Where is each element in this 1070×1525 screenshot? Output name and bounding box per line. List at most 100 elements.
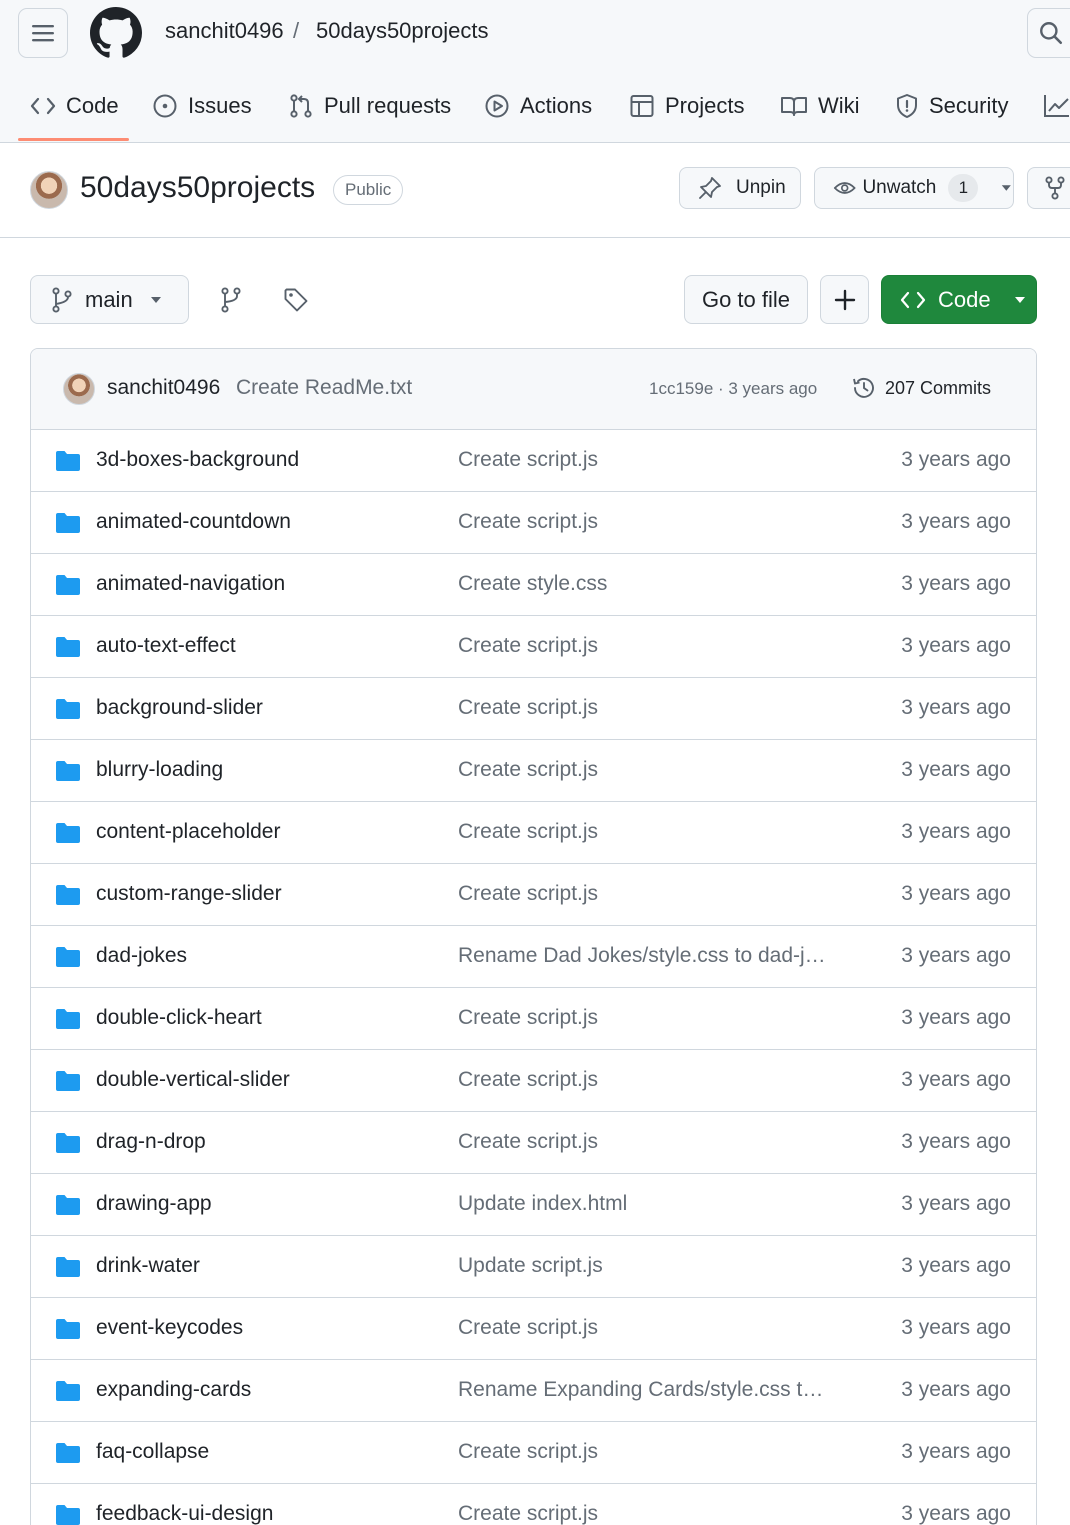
- file-commit-message[interactable]: Update script.js: [458, 1254, 828, 1278]
- code-icon: [30, 97, 56, 115]
- file-row[interactable]: 3d-boxes-background Create script.js 3 y…: [31, 430, 1036, 492]
- folder-icon: [56, 1195, 80, 1215]
- graph-icon: [1044, 95, 1069, 117]
- unpin-button[interactable]: Unpin: [679, 167, 801, 209]
- file-name[interactable]: drink-water: [96, 1254, 200, 1278]
- file-name[interactable]: 3d-boxes-background: [96, 448, 299, 472]
- tab-pull-requests[interactable]: Pull requests: [288, 80, 451, 132]
- file-row[interactable]: faq-collapse Create script.js 3 years ag…: [31, 1422, 1036, 1484]
- menu-button[interactable]: [18, 8, 68, 58]
- go-to-file-button[interactable]: Go to file: [684, 275, 808, 324]
- commit-hash-time[interactable]: 1cc159e · 3 years ago: [649, 379, 817, 399]
- book-icon: [781, 97, 807, 116]
- file-row[interactable]: drink-water Update script.js 3 years ago: [31, 1236, 1036, 1298]
- file-name[interactable]: feedback-ui-design: [96, 1502, 273, 1525]
- unwatch-button[interactable]: Unwatch 1: [814, 167, 1014, 209]
- commit-author[interactable]: sanchit0496: [107, 376, 220, 400]
- commit-message[interactable]: Create ReadMe.txt: [236, 376, 412, 400]
- file-commit-message[interactable]: Create script.js: [458, 758, 828, 782]
- file-commit-date: 3 years ago: [901, 944, 1011, 967]
- file-row[interactable]: custom-range-slider Create script.js 3 y…: [31, 864, 1036, 926]
- caret-down-icon: [1014, 296, 1025, 303]
- file-name[interactable]: animated-countdown: [96, 510, 291, 534]
- file-row[interactable]: event-keycodes Create script.js 3 years …: [31, 1298, 1036, 1360]
- github-logo-icon[interactable]: [90, 7, 142, 59]
- file-row[interactable]: animated-navigation Create style.css 3 y…: [31, 554, 1036, 616]
- file-commit-message[interactable]: Rename Dad Jokes/style.css to dad-j…: [458, 944, 828, 968]
- file-row[interactable]: background-slider Create script.js 3 yea…: [31, 678, 1036, 740]
- tab-issues[interactable]: Issues: [152, 80, 252, 132]
- file-row[interactable]: dad-jokes Rename Dad Jokes/style.css to …: [31, 926, 1036, 988]
- file-name[interactable]: drag-n-drop: [96, 1130, 206, 1154]
- file-commit-message[interactable]: Create script.js: [458, 1440, 828, 1464]
- branches-link[interactable]: [216, 285, 248, 315]
- file-commit-message[interactable]: Rename Expanding Cards/style.css t…: [458, 1378, 828, 1402]
- file-name[interactable]: blurry-loading: [96, 758, 223, 782]
- file-name[interactable]: faq-collapse: [96, 1440, 209, 1464]
- hamburger-icon: [32, 25, 54, 42]
- tab-actions[interactable]: Actions: [484, 80, 592, 132]
- file-name[interactable]: content-placeholder: [96, 820, 280, 844]
- file-row[interactable]: auto-text-effect Create script.js 3 year…: [31, 616, 1036, 678]
- file-commit-date: 3 years ago: [901, 1316, 1011, 1339]
- file-commit-message[interactable]: Create script.js: [458, 820, 828, 844]
- top-bar: sanchit0496 / 50days50projects Code Issu…: [0, 0, 1070, 143]
- tab-wiki[interactable]: Wiki: [780, 80, 860, 132]
- commit-count-label: 207 Commits: [885, 377, 992, 398]
- breadcrumb-repo[interactable]: 50days50projects: [316, 18, 488, 44]
- file-name[interactable]: expanding-cards: [96, 1378, 251, 1402]
- file-row[interactable]: animated-countdown Create script.js 3 ye…: [31, 492, 1036, 554]
- search-button[interactable]: [1027, 8, 1070, 58]
- file-commit-message[interactable]: Create script.js: [458, 510, 828, 534]
- file-commit-message[interactable]: Create script.js: [458, 448, 828, 472]
- file-row[interactable]: content-placeholder Create script.js 3 y…: [31, 802, 1036, 864]
- file-commit-message[interactable]: Create script.js: [458, 1316, 828, 1340]
- file-commit-date: 3 years ago: [901, 1068, 1011, 1091]
- file-name[interactable]: background-slider: [96, 696, 263, 720]
- file-commit-date: 3 years ago: [901, 448, 1011, 471]
- file-commit-message[interactable]: Create style.css: [458, 572, 828, 596]
- file-name[interactable]: drawing-app: [96, 1192, 212, 1216]
- file-row[interactable]: drawing-app Update index.html 3 years ag…: [31, 1174, 1036, 1236]
- file-commit-message[interactable]: Create script.js: [458, 1006, 828, 1030]
- file-row[interactable]: double-vertical-slider Create script.js …: [31, 1050, 1036, 1112]
- file-commit-date: 3 years ago: [901, 1440, 1011, 1463]
- tab-projects[interactable]: Projects: [629, 80, 744, 132]
- file-name[interactable]: double-click-heart: [96, 1006, 262, 1030]
- file-commit-message[interactable]: Create script.js: [458, 696, 828, 720]
- file-commit-message[interactable]: Create script.js: [458, 882, 828, 906]
- file-commit-message[interactable]: Create script.js: [458, 1130, 828, 1154]
- file-commit-message[interactable]: Create script.js: [458, 1068, 828, 1092]
- file-commit-date: 3 years ago: [901, 820, 1011, 843]
- breadcrumb-owner[interactable]: sanchit0496: [165, 18, 284, 44]
- fork-button[interactable]: [1027, 167, 1070, 209]
- tags-link[interactable]: [280, 285, 312, 315]
- repo-title[interactable]: 50days50projects: [80, 171, 315, 205]
- file-commit-message[interactable]: Create script.js: [458, 1502, 828, 1525]
- tab-code[interactable]: Code: [30, 80, 119, 132]
- tab-security[interactable]: Security: [895, 80, 1008, 132]
- file-row[interactable]: blurry-loading Create script.js 3 years …: [31, 740, 1036, 802]
- file-name[interactable]: custom-range-slider: [96, 882, 282, 906]
- file-row[interactable]: feedback-ui-design Create script.js 3 ye…: [31, 1484, 1036, 1525]
- file-row[interactable]: drag-n-drop Create script.js 3 years ago: [31, 1112, 1036, 1174]
- branch-selector[interactable]: main: [30, 275, 189, 324]
- folder-icon: [56, 1443, 80, 1463]
- folder-icon: [56, 947, 80, 967]
- file-row[interactable]: double-click-heart Create script.js 3 ye…: [31, 988, 1036, 1050]
- folder-icon: [56, 1133, 80, 1153]
- code-dropdown-button[interactable]: Code: [881, 275, 1037, 324]
- file-commit-message[interactable]: Create script.js: [458, 634, 828, 658]
- commits-link[interactable]: 207 Commits: [851, 375, 991, 401]
- file-name[interactable]: double-vertical-slider: [96, 1068, 290, 1092]
- commit-author-avatar[interactable]: [63, 373, 95, 405]
- file-name[interactable]: animated-navigation: [96, 572, 285, 596]
- owner-avatar[interactable]: [30, 171, 68, 209]
- file-row[interactable]: expanding-cards Rename Expanding Cards/s…: [31, 1360, 1036, 1422]
- file-name[interactable]: event-keycodes: [96, 1316, 243, 1340]
- tab-insights[interactable]: [1043, 80, 1070, 132]
- file-name[interactable]: dad-jokes: [96, 944, 187, 968]
- file-commit-message[interactable]: Update index.html: [458, 1192, 828, 1216]
- add-file-button[interactable]: [820, 275, 869, 324]
- file-name[interactable]: auto-text-effect: [96, 634, 236, 658]
